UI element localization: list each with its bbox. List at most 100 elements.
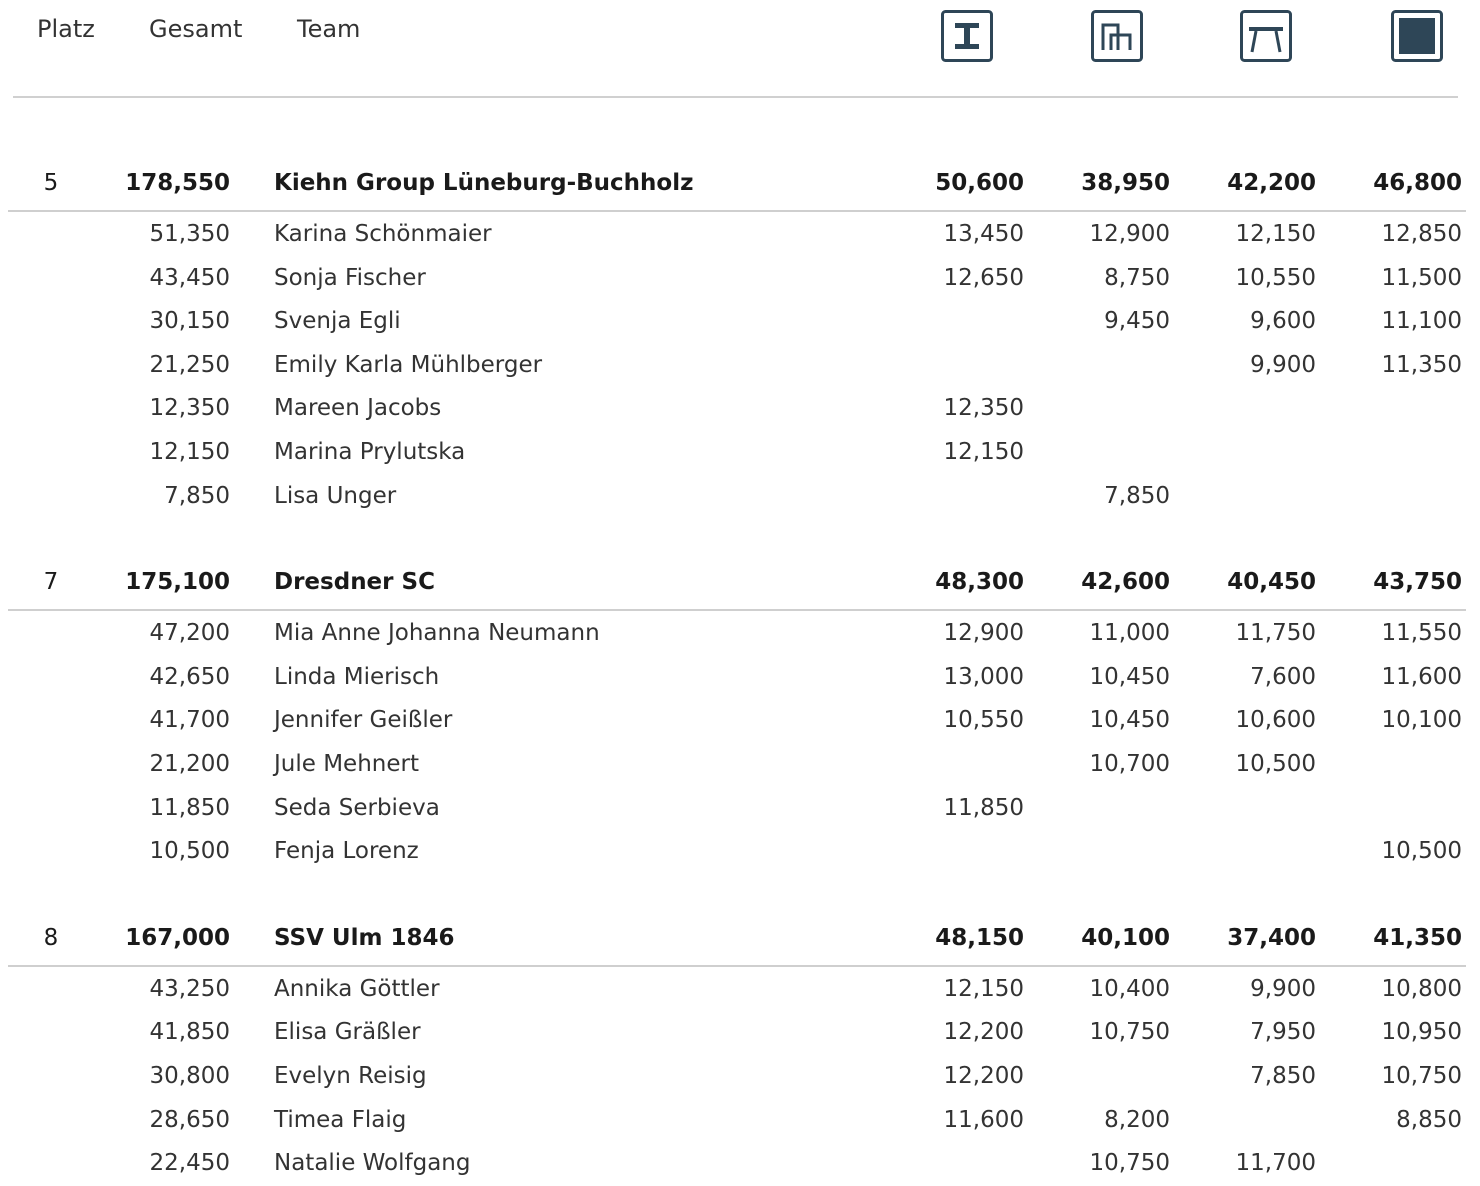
team-score-beam: 37,400 xyxy=(1227,924,1316,951)
athlete-score-beam: 9,900 xyxy=(1250,351,1316,378)
athlete-total: 47,200 xyxy=(149,620,230,647)
athlete-score-vault: 12,200 xyxy=(943,1019,1024,1046)
team-name: Dresdner SC xyxy=(274,569,435,596)
team-name: Kiehn Group Lüneburg-Buchholz xyxy=(274,170,694,196)
athlete-row: 30,150 Svenja Egli 9,450 9,600 11,100 xyxy=(0,300,1480,344)
place-column-header: Platz xyxy=(37,15,95,43)
athlete-name: Timea Flaig xyxy=(274,1106,407,1133)
athlete-total: 42,650 xyxy=(149,663,230,690)
athlete-score-beam: 9,900 xyxy=(1250,975,1316,1002)
athlete-row: 12,150 Marina Prylutska 12,150 xyxy=(0,431,1480,475)
athlete-score-bars: 10,450 xyxy=(1089,707,1170,734)
team-row[interactable]: 5 178,550 Kiehn Group Lüneburg-Buchholz … xyxy=(0,153,1480,213)
athlete-score-bars: 10,750 xyxy=(1089,1019,1170,1046)
athlete-row: 11,850 Seda Serbieva 11,850 xyxy=(0,787,1480,831)
team-score-vault: 48,150 xyxy=(935,924,1024,951)
athlete-score-beam: 11,750 xyxy=(1235,620,1316,647)
athlete-row: 47,200 Mia Anne Johanna Neumann 12,900 1… xyxy=(0,612,1480,656)
team-place: 7 xyxy=(43,569,59,596)
athlete-name: Sonja Fischer xyxy=(274,264,426,291)
athlete-total: 30,800 xyxy=(149,1062,230,1089)
athlete-score-vault: 12,150 xyxy=(943,438,1024,465)
team-score-bars: 40,100 xyxy=(1081,924,1170,951)
athlete-score-vault: 10,550 xyxy=(943,707,1024,734)
athlete-name: Evelyn Reisig xyxy=(274,1062,427,1089)
vault-icon xyxy=(941,10,993,62)
uneven-bars-icon xyxy=(1091,10,1143,62)
athlete-row: 41,700 Jennifer Geißler 10,550 10,450 10… xyxy=(0,699,1480,743)
athlete-score-beam: 12,150 xyxy=(1235,221,1316,247)
team-score-bars: 42,600 xyxy=(1081,569,1170,596)
team-divider xyxy=(8,609,1466,612)
athlete-score-vault: 12,150 xyxy=(943,975,1024,1002)
athlete-total: 12,350 xyxy=(149,395,230,422)
athlete-score-bars: 9,450 xyxy=(1104,308,1170,335)
athlete-name: Annika Göttler xyxy=(274,975,440,1002)
team-score-vault: 50,600 xyxy=(935,170,1024,196)
athlete-total: 10,500 xyxy=(149,838,230,865)
athlete-row: 12,350 Mareen Jacobs 12,350 xyxy=(0,387,1480,431)
team-score-beam: 42,200 xyxy=(1227,170,1316,196)
team-spacer xyxy=(0,518,1480,552)
athlete-score-vault: 12,900 xyxy=(943,620,1024,647)
athlete-name: Mareen Jacobs xyxy=(274,395,442,422)
athlete-score-beam: 7,850 xyxy=(1250,1062,1316,1089)
team-total: 178,550 xyxy=(125,170,230,196)
athlete-row: 41,850 Elisa Gräßler 12,200 10,750 7,950… xyxy=(0,1011,1480,1055)
athlete-score-floor: 10,100 xyxy=(1381,707,1462,734)
athlete-score-floor: 11,100 xyxy=(1381,308,1462,335)
athlete-row: 7,850 Lisa Unger 7,850 xyxy=(0,475,1480,519)
athlete-total: 21,200 xyxy=(149,750,230,777)
team-place: 5 xyxy=(43,170,59,196)
athlete-score-beam: 11,700 xyxy=(1235,1150,1316,1177)
team-score-bars: 38,950 xyxy=(1081,170,1170,196)
athlete-score-bars: 10,750 xyxy=(1089,1150,1170,1177)
athlete-name: Linda Mierisch xyxy=(274,663,440,690)
athlete-row: 30,800 Evelyn Reisig 12,200 7,850 10,750 xyxy=(0,1055,1480,1099)
athlete-score-beam: 7,600 xyxy=(1250,663,1316,690)
athlete-score-vault: 13,450 xyxy=(943,221,1024,247)
athlete-total: 43,450 xyxy=(149,264,230,291)
athlete-row: 43,450 Sonja Fischer 12,650 8,750 10,550… xyxy=(0,257,1480,301)
athlete-total: 51,350 xyxy=(149,221,230,247)
athlete-row: 51,350 Karina Schönmaier 13,450 12,900 1… xyxy=(0,213,1480,257)
athlete-score-vault: 12,200 xyxy=(943,1062,1024,1089)
team-row[interactable]: 7 175,100 Dresdner SC 48,300 42,600 40,4… xyxy=(0,552,1480,612)
team-name: SSV Ulm 1846 xyxy=(274,924,455,951)
athlete-score-floor: 10,500 xyxy=(1381,838,1462,865)
athlete-name: Lisa Unger xyxy=(274,482,397,509)
athlete-name: Jule Mehnert xyxy=(274,750,419,777)
athlete-row: 28,650 Timea Flaig 11,600 8,200 8,850 xyxy=(0,1099,1480,1143)
athlete-score-bars: 10,400 xyxy=(1089,975,1170,1002)
athlete-row: 22,450 Natalie Wolfgang 10,750 11,700 xyxy=(0,1142,1480,1186)
athlete-total: 7,850 xyxy=(164,482,230,509)
athlete-score-floor: 11,350 xyxy=(1381,351,1462,378)
athlete-score-floor: 10,750 xyxy=(1381,1062,1462,1089)
athlete-total: 41,850 xyxy=(149,1019,230,1046)
athlete-row: 21,250 Emily Karla Mühlberger 9,900 11,3… xyxy=(0,344,1480,388)
athlete-score-bars: 11,000 xyxy=(1089,620,1170,647)
athlete-total: 11,850 xyxy=(149,794,230,821)
header-divider xyxy=(13,96,1458,98)
athlete-name: Marina Prylutska xyxy=(274,438,466,465)
team-spacer xyxy=(0,874,1480,908)
athlete-name: Karina Schönmaier xyxy=(274,221,492,247)
team-score-floor: 46,800 xyxy=(1373,170,1462,196)
athlete-total: 12,150 xyxy=(149,438,230,465)
athlete-score-bars: 7,850 xyxy=(1104,482,1170,509)
athlete-score-floor: 11,600 xyxy=(1381,663,1462,690)
athlete-total: 22,450 xyxy=(149,1150,230,1177)
athlete-name: Seda Serbieva xyxy=(274,794,440,821)
athlete-score-floor: 12,850 xyxy=(1381,221,1462,247)
athlete-name: Fenja Lorenz xyxy=(274,838,419,865)
team-divider xyxy=(8,964,1466,967)
athlete-score-floor: 10,800 xyxy=(1381,975,1462,1002)
athlete-score-beam: 10,600 xyxy=(1235,707,1316,734)
team-column-header: Team xyxy=(297,15,361,43)
athlete-score-beam: 10,550 xyxy=(1235,264,1316,291)
athlete-score-beam: 7,950 xyxy=(1250,1019,1316,1046)
table-header: Platz Gesamt Team xyxy=(0,0,1480,100)
athlete-score-vault: 12,650 xyxy=(943,264,1024,291)
athlete-score-floor: 11,550 xyxy=(1381,620,1462,647)
team-row[interactable]: 8 167,000 SSV Ulm 1846 48,150 40,100 37,… xyxy=(0,908,1480,968)
